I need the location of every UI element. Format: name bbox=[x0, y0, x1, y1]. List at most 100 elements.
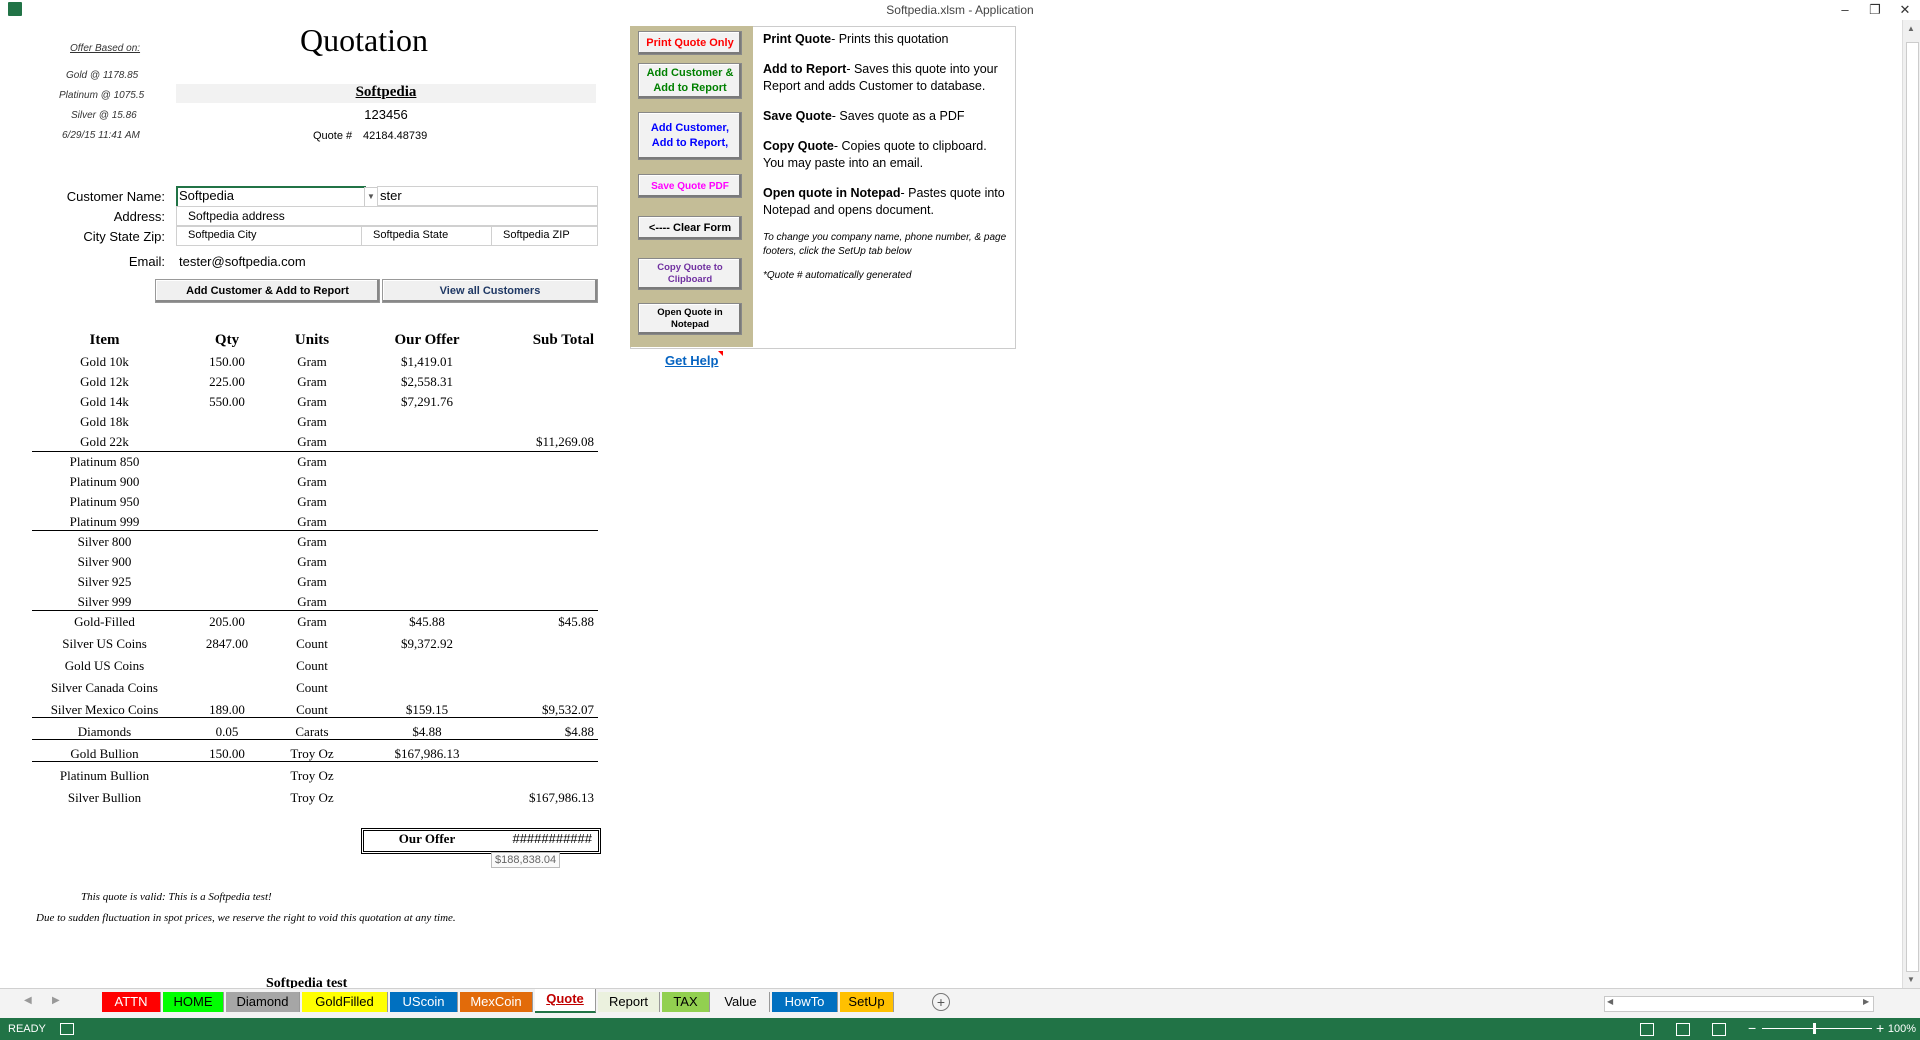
row-unit: Gram bbox=[297, 514, 327, 529]
save-quote-pdf-button[interactable]: Save Quote PDF bbox=[638, 174, 742, 198]
close-button[interactable]: ✕ bbox=[1890, 0, 1920, 20]
total-value: ########### bbox=[512, 831, 592, 846]
row-item: Platinum 950 bbox=[69, 494, 140, 509]
row-offer: $9,372.92 bbox=[401, 636, 453, 651]
clear-form-button[interactable]: <---- Clear Form bbox=[638, 216, 742, 240]
row-unit: Gram bbox=[297, 594, 327, 609]
customer-name-extra-cell[interactable] bbox=[377, 186, 598, 206]
tab-mexcoin[interactable]: MexCoin bbox=[460, 992, 533, 1012]
scroll-down-icon[interactable]: ▼ bbox=[1907, 975, 1915, 984]
status-ready: READY bbox=[8, 1023, 46, 1035]
table-row: Gold US Coins Count bbox=[32, 656, 598, 676]
table-row: Gold 12k 225.00 Gram $2,558.31 bbox=[32, 372, 598, 392]
row-unit: Gram bbox=[297, 394, 327, 409]
tab-scroll-left-icon[interactable]: ◀ bbox=[24, 995, 32, 1006]
tab-tax[interactable]: TAX bbox=[662, 992, 710, 1012]
row-offer: $2,558.31 bbox=[401, 374, 453, 389]
row-item: Silver 900 bbox=[77, 554, 132, 569]
tab-howto[interactable]: HowTo bbox=[772, 992, 838, 1012]
minimize-button[interactable]: – bbox=[1830, 0, 1860, 20]
row-unit: Count bbox=[296, 702, 328, 717]
table-row: Silver Bullion Troy Oz $167,986.13 bbox=[32, 788, 598, 808]
tab-home[interactable]: HOME bbox=[163, 992, 224, 1012]
vertical-scrollbar[interactable]: ▲ ▼ bbox=[1902, 20, 1920, 988]
row-unit: Gram bbox=[297, 534, 327, 549]
header-units: Units bbox=[294, 332, 330, 348]
row-item: Gold 12k bbox=[80, 374, 129, 389]
row-unit: Troy Oz bbox=[290, 790, 334, 805]
row-item: Silver US Coins bbox=[62, 636, 147, 651]
page-layout-icon[interactable] bbox=[1676, 1023, 1690, 1036]
row-offer: $1,419.01 bbox=[401, 354, 453, 369]
hscroll-right-icon[interactable]: ▶ bbox=[1863, 997, 1869, 1006]
page-break-icon[interactable] bbox=[1712, 1023, 1726, 1036]
title-bar: Softpedia.xlsm - Application – ❐ ✕ bbox=[0, 0, 1920, 20]
copy-quote-button[interactable]: Copy Quote to Clipboard bbox=[638, 258, 742, 290]
table-row: Platinum Bullion Troy Oz bbox=[32, 766, 598, 786]
macro-record-icon[interactable] bbox=[60, 1023, 74, 1035]
hscroll-left-icon[interactable]: ◀ bbox=[1607, 997, 1613, 1006]
offer-heading: Offer Based on: bbox=[70, 43, 141, 54]
zoom-level[interactable]: 100% bbox=[1884, 1023, 1916, 1035]
row-unit: Troy Oz bbox=[290, 746, 334, 761]
row-item: Silver 999 bbox=[77, 594, 132, 609]
row-offer: $167,986.13 bbox=[394, 746, 460, 761]
zoom-in-icon[interactable]: + bbox=[1876, 1020, 1884, 1036]
print-quote-button[interactable]: Print Quote Only bbox=[638, 31, 742, 55]
help-notepad: Open quote in Notepad- Pastes quote into… bbox=[763, 186, 1005, 217]
tab-report[interactable]: Report bbox=[598, 992, 660, 1012]
row-qty: 150.00 bbox=[209, 746, 245, 761]
scroll-thumb[interactable] bbox=[1906, 42, 1919, 972]
help-print: Print Quote- Prints this quotation bbox=[763, 32, 949, 46]
zip-value: Softpedia ZIP bbox=[503, 229, 570, 241]
tab-scroll-right-icon[interactable]: ▶ bbox=[52, 995, 60, 1006]
row-qty: 205.00 bbox=[209, 614, 245, 629]
table-row: Silver 925 Gram bbox=[32, 572, 598, 592]
row-unit: Gram bbox=[297, 474, 327, 489]
add-customer-button[interactable]: Add Customer & Add to Report bbox=[155, 279, 380, 303]
company-name: Softpedia bbox=[355, 84, 417, 100]
email-value: tester@softpedia.com bbox=[179, 254, 306, 269]
quote-title: Quotation bbox=[300, 22, 428, 58]
add-customer-report-2-button[interactable]: Add Customer, Add to Report, bbox=[638, 112, 742, 160]
row-item: Platinum 900 bbox=[69, 474, 140, 489]
row-item: Gold US Coins bbox=[64, 658, 145, 673]
table-row: Gold 22k Gram $11,269.08 bbox=[32, 432, 598, 452]
tab-attn[interactable]: ATTN bbox=[102, 992, 161, 1012]
add-sheet-icon[interactable]: + bbox=[932, 993, 950, 1011]
get-help-link[interactable]: Get Help bbox=[665, 353, 718, 368]
horizontal-scrollbar[interactable]: ◀ ▶ bbox=[1604, 996, 1874, 1012]
email-label: Email: bbox=[128, 254, 165, 269]
view-customers-button[interactable]: View all Customers bbox=[382, 279, 598, 303]
customer-dropdown-arrow-icon[interactable]: ▼ bbox=[364, 187, 378, 207]
row-unit: Gram bbox=[297, 374, 327, 389]
zoom-slider[interactable] bbox=[1762, 1028, 1872, 1029]
row-unit: Gram bbox=[297, 574, 327, 589]
row-offer: $7,291.76 bbox=[401, 394, 453, 409]
row-unit: Count bbox=[296, 636, 328, 651]
normal-view-icon[interactable] bbox=[1640, 1023, 1654, 1036]
tab-uscoin[interactable]: UScoin bbox=[390, 992, 458, 1012]
help-add: Add to Report- Saves this quote into you… bbox=[763, 62, 998, 93]
row-unit: Troy Oz bbox=[290, 768, 334, 783]
action-button-column: Print Quote Only Add Customer & Add to R… bbox=[630, 26, 753, 347]
row-item: Gold-Filled bbox=[74, 614, 135, 629]
zoom-slider-thumb[interactable] bbox=[1813, 1023, 1816, 1034]
sheet-tab-bar: ◀ ▶ ATTN HOME Diamond GoldFilled UScoin MexCo… bbox=[0, 988, 1920, 1019]
tab-diamond[interactable]: Diamond bbox=[226, 992, 300, 1012]
section-divider bbox=[32, 761, 598, 762]
restore-button[interactable]: ❐ bbox=[1860, 0, 1890, 20]
quote-number-label: Quote # bbox=[313, 130, 353, 142]
scroll-up-icon[interactable]: ▲ bbox=[1907, 24, 1915, 33]
tab-goldfilled[interactable]: GoldFilled bbox=[302, 992, 388, 1012]
tab-setup[interactable]: SetUp bbox=[840, 992, 894, 1012]
table-row: Platinum 999 Gram bbox=[32, 512, 598, 532]
zoom-out-icon[interactable]: − bbox=[1748, 1020, 1756, 1036]
help-save: Save Quote- Saves quote as a PDF bbox=[763, 109, 965, 123]
open-notepad-button[interactable]: Open Quote in Notepad bbox=[638, 303, 742, 335]
table-row: Platinum 950 Gram bbox=[32, 492, 598, 512]
status-bar: READY − + 100% bbox=[0, 1018, 1920, 1040]
tab-value[interactable]: Value bbox=[712, 992, 770, 1012]
tab-quote[interactable]: Quote bbox=[535, 989, 596, 1013]
add-customer-report-button[interactable]: Add Customer & Add to Report bbox=[638, 63, 742, 99]
